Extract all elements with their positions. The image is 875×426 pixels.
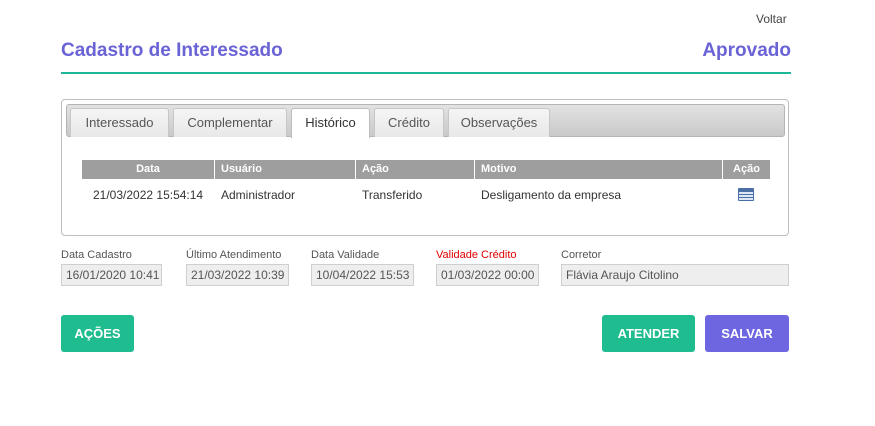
- data-validade-label: Data Validade: [311, 249, 380, 261]
- validade-credito-label: Validade Crédito: [436, 249, 517, 261]
- tab-historico[interactable]: Histórico: [291, 108, 370, 138]
- atender-button[interactable]: ATENDER: [602, 315, 695, 352]
- ultimo-atendimento-label: Último Atendimento: [186, 249, 282, 261]
- tab-complementar[interactable]: Complementar: [173, 108, 287, 137]
- cell-motivo: Desligamento da empresa: [481, 188, 622, 202]
- table-header: Data Usuário Ação Motivo Ação: [82, 160, 770, 179]
- cell-acao: Transferido: [362, 188, 423, 202]
- tab-interessado[interactable]: Interessado: [70, 108, 169, 137]
- tab-panel: Interessado Complementar Histórico Crédi…: [61, 99, 789, 236]
- status-label: Aprovado: [702, 40, 791, 61]
- tab-observacoes[interactable]: Observações: [448, 108, 550, 137]
- column-header-motivo: Motivo: [475, 160, 723, 179]
- tab-credito[interactable]: Crédito: [374, 108, 444, 137]
- corretor-field[interactable]: [561, 264, 789, 286]
- data-cadastro-label: Data Cadastro: [61, 249, 132, 261]
- ultimo-atendimento-field[interactable]: [186, 264, 289, 286]
- cell-data: 21/03/2022 15:54:14: [93, 188, 204, 202]
- data-cadastro-field[interactable]: [61, 264, 162, 286]
- back-link[interactable]: Voltar: [756, 12, 787, 26]
- acoes-button[interactable]: AÇÕES: [61, 315, 134, 352]
- column-header-acao: Ação: [356, 160, 475, 179]
- tab-bar: Interessado Complementar Histórico Crédi…: [66, 104, 785, 138]
- column-header-usuario: Usuário: [215, 160, 356, 179]
- column-header-acao-icon: Ação: [733, 163, 760, 175]
- column-header-data: Data: [82, 160, 215, 179]
- salvar-button[interactable]: SALVAR: [705, 315, 789, 352]
- corretor-label: Corretor: [561, 249, 602, 261]
- page-title: Cadastro de Interessado: [61, 40, 283, 61]
- title-divider: [61, 72, 791, 74]
- data-validade-field[interactable]: [311, 264, 414, 286]
- cell-usuario: Administrador: [221, 188, 296, 202]
- validade-credito-field[interactable]: [436, 264, 539, 286]
- details-icon[interactable]: [738, 188, 754, 201]
